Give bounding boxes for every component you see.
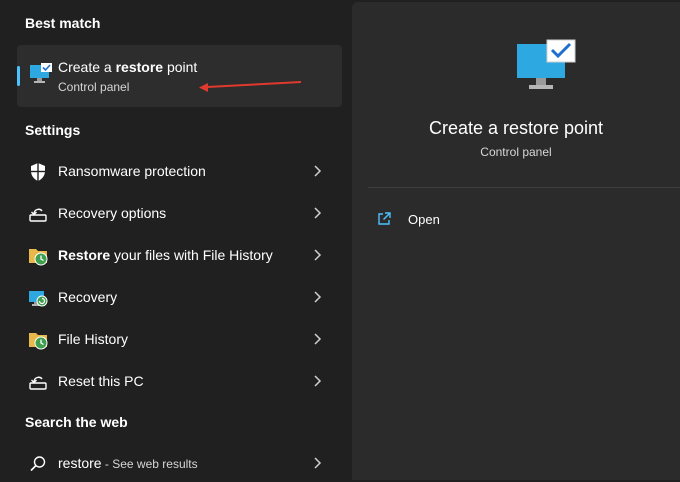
settings-item-label: Restore your files with File History bbox=[58, 247, 273, 263]
recovery-icon bbox=[29, 208, 47, 222]
search-icon bbox=[30, 456, 46, 472]
preview-subtitle: Control panel bbox=[480, 145, 552, 159]
preview-panel: Create a restore point Control panel Ope… bbox=[352, 2, 680, 480]
chevron-right-icon bbox=[314, 457, 322, 469]
settings-item-ransomware-protection[interactable]: Ransomware protection bbox=[17, 152, 342, 190]
settings-item-label: Recovery bbox=[58, 289, 118, 305]
reset-pc-icon bbox=[29, 376, 47, 390]
search-the-web-heading: Search the web bbox=[25, 414, 128, 430]
web-search-item[interactable]: restore - See web results bbox=[17, 444, 342, 482]
settings-item-label: Recovery options bbox=[58, 205, 167, 221]
selection-indicator bbox=[17, 66, 20, 86]
annotation-arrow bbox=[199, 81, 302, 92]
open-label: Open bbox=[408, 212, 440, 227]
settings-item-file-history[interactable]: File History bbox=[17, 320, 342, 358]
restore-point-icon bbox=[517, 39, 576, 89]
chevron-right-icon bbox=[314, 375, 322, 387]
preview-title: Create a restore point bbox=[428, 118, 604, 138]
restore-point-icon bbox=[30, 63, 52, 83]
file-history-icon bbox=[29, 333, 48, 350]
best-match-title: Create a restore point bbox=[58, 59, 198, 75]
settings-item-recovery-options[interactable]: Recovery options bbox=[17, 194, 342, 232]
chevron-right-icon bbox=[314, 249, 322, 261]
search-results-panel: Best match Create a restore point Contro… bbox=[0, 0, 350, 480]
settings-item-restore-files-file-history[interactable]: Restore your files with File History bbox=[17, 236, 342, 274]
best-match-heading: Best match bbox=[25, 15, 101, 31]
settings-item-recovery[interactable]: Recovery bbox=[17, 278, 342, 316]
settings-item-reset-this-pc[interactable]: Reset this PC bbox=[17, 362, 342, 400]
recovery-monitor-icon bbox=[29, 291, 48, 307]
divider bbox=[368, 187, 680, 188]
settings-item-label: Reset this PC bbox=[58, 373, 144, 389]
chevron-right-icon bbox=[314, 207, 322, 219]
file-history-icon bbox=[29, 249, 48, 266]
settings-item-label: File History bbox=[58, 331, 129, 347]
shield-icon bbox=[31, 163, 45, 181]
open-action[interactable]: Open bbox=[376, 209, 526, 231]
best-match-item[interactable]: Create a restore point Control panel bbox=[17, 45, 342, 107]
web-search-label: restore - See web results bbox=[58, 455, 198, 471]
best-match-subtitle: Control panel bbox=[58, 80, 130, 94]
chevron-right-icon bbox=[314, 291, 322, 303]
open-external-icon bbox=[378, 212, 391, 225]
chevron-right-icon bbox=[314, 165, 322, 177]
chevron-right-icon bbox=[314, 333, 322, 345]
settings-heading: Settings bbox=[25, 122, 81, 138]
settings-item-label: Ransomware protection bbox=[58, 163, 206, 179]
